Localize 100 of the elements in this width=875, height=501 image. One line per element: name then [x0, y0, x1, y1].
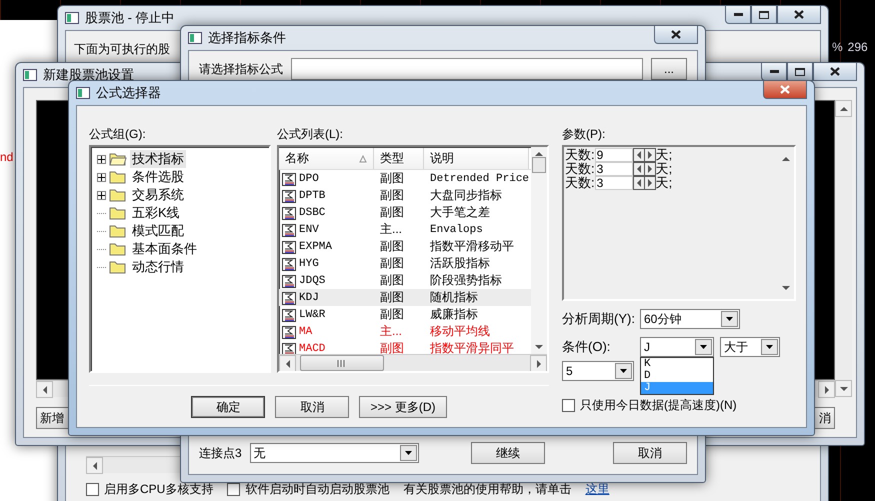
list-row[interactable]: ENV 主... Envalops: [279, 221, 531, 238]
formula-icon: [282, 256, 297, 270]
maximize-button[interactable]: [751, 6, 777, 24]
column-header[interactable]: 说明: [424, 148, 529, 169]
up-arrow-icon: [535, 151, 543, 157]
list-row[interactable]: KDJ 副图 随机指标: [279, 289, 531, 306]
table-cell-text: 威廉指标: [429, 306, 479, 323]
tree-item[interactable]: 条件选股: [130, 168, 186, 186]
minimize-button[interactable]: [761, 63, 787, 81]
down-arrow-icon: [535, 344, 543, 350]
list-row[interactable]: HYG 副图 活跃股指标: [279, 255, 531, 272]
dialog-button[interactable]: 取消: [613, 442, 687, 464]
up-arrow-icon: [782, 156, 790, 162]
window-title: 选择指标条件: [208, 29, 286, 47]
caret-icon: [766, 345, 773, 349]
dialog-button[interactable]: 确定: [191, 396, 266, 418]
table-cell-text: Detrended Price: [429, 172, 527, 184]
minimize-button[interactable]: [725, 6, 751, 24]
formula-name: DSBC: [299, 206, 326, 218]
dropdown[interactable]: J: [640, 337, 714, 357]
decrement-button[interactable]: [634, 149, 644, 161]
folder-icon: [109, 170, 127, 184]
tree-item[interactable]: 基本面条件: [130, 240, 199, 258]
formula-icon: [282, 188, 297, 202]
scrollbar-thumb[interactable]: [300, 355, 384, 371]
checkbox[interactable]: [227, 483, 240, 496]
close-icon: [780, 85, 790, 94]
increment-button[interactable]: [644, 177, 655, 189]
tree-item[interactable]: 动态行情: [130, 258, 186, 276]
browse-button[interactable]: ...: [651, 58, 687, 80]
formula-field[interactable]: [291, 58, 643, 80]
dialog-button[interactable]: 继续: [471, 442, 545, 464]
table-cell-text: 指数平滑移动平: [429, 238, 515, 255]
caret-icon: [726, 317, 733, 321]
dropdown[interactable]: 无: [250, 443, 419, 463]
scrollbar[interactable]: [835, 100, 852, 397]
table-cell-text: Envalops: [429, 224, 484, 236]
increment-button[interactable]: [644, 163, 655, 175]
checkbox[interactable]: [86, 483, 99, 496]
table-cell-text: 副图: [379, 170, 405, 187]
column-header[interactable]: 名称: [279, 148, 374, 169]
column-header[interactable]: 类型: [374, 148, 424, 169]
formula-icon: [282, 240, 297, 254]
list-row[interactable]: DSBC 副图 大手笔之差: [279, 204, 531, 221]
list-row[interactable]: DPTB 副图 大盘同步指标: [279, 187, 531, 204]
sort-icon: [359, 154, 367, 162]
close-icon: [794, 10, 804, 19]
table-cell-text: 副图: [379, 306, 405, 323]
list-row[interactable]: DPO 副图 Detrended Price: [279, 170, 531, 187]
tree-item[interactable]: 交易系统: [130, 186, 186, 204]
formula-name: MACD: [299, 342, 326, 354]
decrement-button[interactable]: [634, 163, 644, 175]
tree-item[interactable]: 模式匹配: [130, 222, 186, 240]
dropdown[interactable]: 60分钟: [640, 309, 740, 329]
list-row[interactable]: LW&R 副图 威廉指标: [279, 306, 531, 323]
close-button[interactable]: [813, 63, 857, 81]
dialog-button[interactable]: 取消: [275, 396, 350, 418]
formula-name: KDJ: [299, 292, 319, 304]
table-cell-text: 大手笔之差: [429, 204, 491, 221]
param-input[interactable]: 3: [594, 176, 633, 190]
formula-icon: [282, 342, 297, 356]
dropdown[interactable]: 5: [562, 361, 634, 381]
table-cell-text: 大盘同步指标: [429, 187, 503, 204]
increment-button[interactable]: [644, 149, 655, 161]
param-input[interactable]: 9: [594, 148, 633, 162]
table-cell-text: 副图: [379, 340, 405, 357]
list-row[interactable]: JDQS 副图 阶段强势指标: [279, 272, 531, 289]
help-link[interactable]: 这里: [585, 481, 610, 498]
formula-name: JDQS: [299, 274, 326, 286]
maximize-button[interactable]: [787, 63, 813, 81]
table-cell-text: 副图: [379, 272, 405, 289]
formula-name: HYG: [299, 258, 319, 270]
param-input[interactable]: 3: [594, 162, 633, 176]
close-button[interactable]: [777, 6, 821, 24]
up-arrow-icon: [840, 106, 848, 112]
decrement-button[interactable]: [634, 177, 644, 189]
down-arrow-icon: [782, 285, 790, 291]
param-label: 天数:: [565, 162, 595, 176]
list-row[interactable]: EXPMA 副图 指数平滑移动平: [279, 238, 531, 255]
expand-icon[interactable]: [97, 190, 106, 200]
formula-name: LW&R: [299, 308, 326, 320]
params-label: 参数(P):: [562, 126, 606, 143]
help-text: 有关股票池的使用帮助，请单击: [403, 481, 572, 498]
expand-icon[interactable]: [97, 154, 106, 164]
list-row[interactable]: MA 主... 移动平均线: [279, 323, 531, 340]
scrollbar[interactable]: [531, 147, 547, 354]
table-cell-text: 副图: [379, 289, 405, 306]
close-button[interactable]: [654, 26, 698, 44]
checkbox[interactable]: [562, 399, 575, 412]
dropdown[interactable]: 大于: [720, 337, 780, 357]
scrollbar[interactable]: [279, 354, 547, 371]
expand-icon[interactable]: [97, 172, 106, 182]
dialog-button[interactable]: >>> 更多(D): [359, 396, 446, 418]
side-text: nd: [0, 150, 14, 164]
tree-item[interactable]: 技术指标: [130, 150, 186, 168]
maximize-icon: [759, 10, 769, 18]
tree-item[interactable]: 五彩K线: [130, 204, 182, 222]
param-unit: 天;: [656, 148, 672, 162]
scrollbar-thumb[interactable]: [532, 157, 546, 173]
table-cell-text: 阶段强势指标: [429, 272, 503, 289]
